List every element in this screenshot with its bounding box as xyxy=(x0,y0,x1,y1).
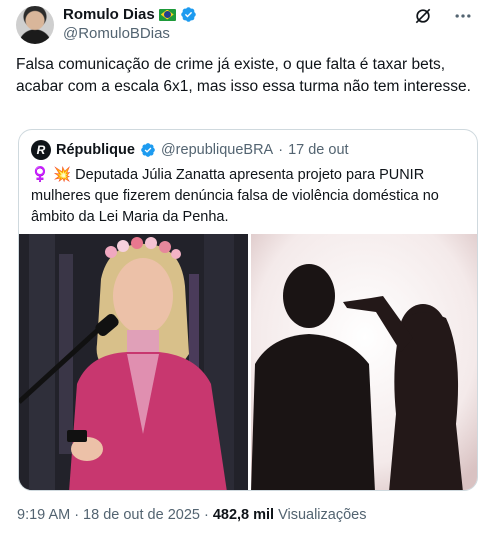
quote-avatar[interactable]: R xyxy=(31,140,51,160)
quote-author-name[interactable]: République xyxy=(56,142,135,158)
more-options-icon[interactable] xyxy=(453,6,473,26)
quoted-post[interactable]: R République @republiqueBRA · 17 de out … xyxy=(18,129,478,491)
views-label[interactable]: Visualizações xyxy=(278,507,366,523)
author-name-row[interactable]: Romulo Dias xyxy=(63,6,197,23)
quote-header: R République @republiqueBRA · 17 de out xyxy=(31,140,349,160)
brazil-flag-icon xyxy=(158,8,176,21)
views-count[interactable]: 482,8 mil xyxy=(213,507,274,523)
verified-badge-icon xyxy=(141,143,155,157)
quote-author-handle[interactable]: @republiqueBRA xyxy=(161,142,273,158)
header-actions xyxy=(413,6,473,26)
quote-photo-silhouettes[interactable] xyxy=(251,234,477,490)
verified-badge-icon xyxy=(180,7,196,22)
quote-timestamp[interactable]: 17 de out xyxy=(288,142,348,158)
grok-icon[interactable] xyxy=(413,6,433,26)
quote-text: ♀️ 💥 Deputada Júlia Zanatta apresenta pr… xyxy=(31,167,439,225)
footer-separator: · xyxy=(74,507,80,523)
author-handle[interactable]: @RomuloBDias xyxy=(63,25,170,42)
footer-separator-2: · xyxy=(203,507,209,523)
author-avatar[interactable] xyxy=(16,6,54,44)
post-time[interactable]: 9:19 AM xyxy=(17,507,70,523)
post-date[interactable]: 18 de out de 2025 xyxy=(83,507,200,523)
quote-photo-speaker[interactable] xyxy=(19,234,248,490)
author-display-name[interactable]: Romulo Dias xyxy=(63,6,155,23)
quote-separator: · xyxy=(278,142,284,158)
tweet-text: Falsa comunicação de crime já existe, o … xyxy=(16,56,471,95)
tweet-footer: 9:19 AM · 18 de out de 2025 · 482,8 mil … xyxy=(17,507,366,523)
quote-avatar-letter: R xyxy=(36,143,46,157)
